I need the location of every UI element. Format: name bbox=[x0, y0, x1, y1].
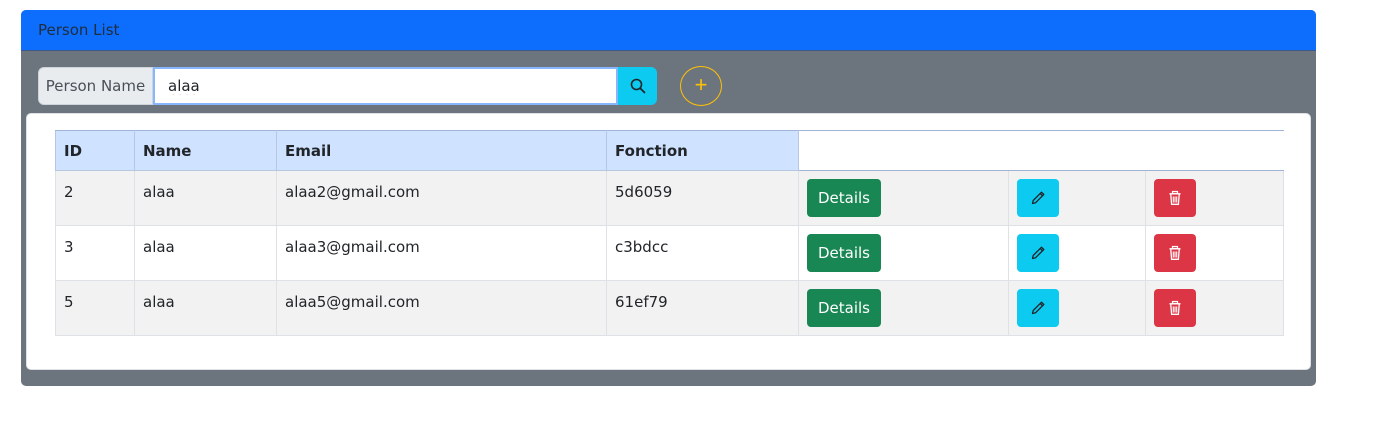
pencil-icon bbox=[1031, 301, 1045, 315]
details-button[interactable]: Details bbox=[807, 289, 881, 327]
card-header: Person List bbox=[21, 10, 1316, 51]
person-name-label: Person Name bbox=[38, 67, 153, 105]
cell-id: 2 bbox=[55, 170, 135, 226]
trash-icon bbox=[1169, 190, 1181, 205]
cell-id: 5 bbox=[55, 280, 135, 336]
trash-icon bbox=[1169, 300, 1181, 315]
delete-button[interactable] bbox=[1154, 234, 1196, 272]
cell-id: 3 bbox=[55, 225, 135, 281]
table-row: 5 alaa alaa5@gmail.com 61ef79 Details bbox=[55, 280, 1284, 336]
pencil-icon bbox=[1031, 246, 1045, 260]
cell-fonction: 5d6059 bbox=[606, 170, 799, 226]
cell-fonction: 61ef79 bbox=[606, 280, 799, 336]
card-body: ID Name Email Fonction 2 alaa alaa2@gmai… bbox=[26, 113, 1311, 370]
cell-details: Details bbox=[798, 225, 1009, 281]
person-list-card: Person List Person Name + bbox=[21, 10, 1316, 386]
cell-edit bbox=[1008, 170, 1146, 226]
cell-name: alaa bbox=[134, 170, 277, 226]
trash-icon bbox=[1169, 245, 1181, 260]
edit-button[interactable] bbox=[1017, 289, 1059, 327]
card-title: Person List bbox=[38, 21, 120, 39]
cell-details: Details bbox=[798, 170, 1009, 226]
column-header-edit bbox=[1008, 130, 1146, 171]
cell-edit bbox=[1008, 225, 1146, 281]
column-header-id: ID bbox=[55, 130, 135, 171]
column-header-fonction: Fonction bbox=[606, 130, 799, 171]
cell-name: alaa bbox=[134, 225, 277, 281]
cell-delete bbox=[1145, 225, 1284, 281]
person-name-input[interactable] bbox=[153, 67, 618, 105]
cell-delete bbox=[1145, 170, 1284, 226]
details-button[interactable]: Details bbox=[807, 179, 881, 217]
search-icon bbox=[630, 78, 645, 94]
edit-button[interactable] bbox=[1017, 179, 1059, 217]
details-button[interactable]: Details bbox=[807, 234, 881, 272]
column-header-details bbox=[798, 130, 1009, 171]
cell-fonction: c3bdcc bbox=[606, 225, 799, 281]
search-button[interactable] bbox=[618, 67, 657, 105]
cell-delete bbox=[1145, 280, 1284, 336]
table-row: 2 alaa alaa2@gmail.com 5d6059 Details bbox=[55, 170, 1284, 226]
table-header-row: ID Name Email Fonction bbox=[55, 130, 1284, 171]
delete-button[interactable] bbox=[1154, 289, 1196, 327]
cell-email: alaa5@gmail.com bbox=[276, 280, 607, 336]
plus-icon: + bbox=[694, 72, 708, 97]
person-table: ID Name Email Fonction 2 alaa alaa2@gmai… bbox=[55, 130, 1284, 336]
search-group: Person Name bbox=[38, 67, 657, 105]
edit-button[interactable] bbox=[1017, 234, 1059, 272]
cell-email: alaa3@gmail.com bbox=[276, 225, 607, 281]
add-person-button[interactable]: + bbox=[680, 66, 722, 106]
cell-edit bbox=[1008, 280, 1146, 336]
cell-details: Details bbox=[798, 280, 1009, 336]
column-header-delete bbox=[1145, 130, 1284, 171]
cell-email: alaa2@gmail.com bbox=[276, 170, 607, 226]
pencil-icon bbox=[1031, 191, 1045, 205]
column-header-email: Email bbox=[276, 130, 607, 171]
table-row: 3 alaa alaa3@gmail.com c3bdcc Details bbox=[55, 225, 1284, 281]
cell-name: alaa bbox=[134, 280, 277, 336]
delete-button[interactable] bbox=[1154, 179, 1196, 217]
column-header-name: Name bbox=[134, 130, 277, 171]
